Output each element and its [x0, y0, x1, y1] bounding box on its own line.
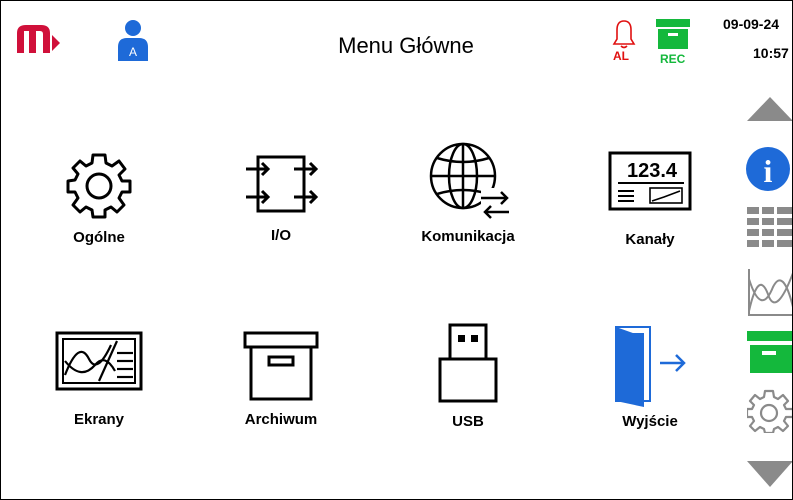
archive-box-icon: [243, 331, 319, 401]
table-icon[interactable]: [747, 207, 793, 247]
menu-item-archive[interactable]: Archiwum: [206, 331, 356, 428]
menu-item-label: Ogólne: [73, 229, 125, 246]
io-icon: [246, 155, 319, 213]
time-display: 10:57: [753, 45, 789, 61]
user-badge-letter: A: [129, 45, 137, 59]
exit-door-icon: [615, 326, 686, 407]
menu-item-exit[interactable]: Wyjście: [575, 323, 725, 430]
bell-icon: [612, 20, 636, 49]
menu-item-label: USB: [452, 413, 484, 430]
menu-item-label: Archiwum: [244, 411, 318, 428]
menu-item-communication[interactable]: Komunikacja: [393, 136, 543, 245]
alarm-label: AL: [613, 49, 629, 63]
arrow-down-icon[interactable]: [747, 459, 793, 489]
chart-screen-icon: [55, 331, 143, 391]
trend-icon[interactable]: [747, 267, 793, 317]
panel-value-text: 123.4: [627, 160, 678, 182]
arrow-up-icon[interactable]: [747, 95, 793, 123]
user-icon[interactable]: A: [115, 19, 151, 61]
display-123-icon: 123.4: [608, 151, 692, 211]
menu-item-general[interactable]: Ogólne: [24, 149, 174, 246]
menu-item-io[interactable]: I/O: [206, 149, 356, 244]
menu-item-label: I/O: [270, 227, 291, 244]
menu-item-usb[interactable]: USB: [393, 323, 543, 430]
info-icon[interactable]: i: [743, 146, 793, 192]
settings-icon[interactable]: [747, 389, 793, 433]
archive-icon[interactable]: [747, 331, 793, 373]
gear-icon: [66, 153, 132, 219]
info-glyph: i: [764, 153, 773, 189]
recording-indicator[interactable]: REC: [656, 19, 690, 66]
menu-item-channels[interactable]: 123.4 Kanały: [575, 151, 725, 248]
brand-logo-icon: [17, 25, 60, 53]
menu-item-label: Wyjście: [622, 413, 678, 430]
rec-label: REC: [660, 52, 686, 66]
globe-arrows-icon: [429, 142, 511, 219]
menu-item-screens[interactable]: Ekrany: [24, 331, 174, 428]
archive-icon: [656, 19, 690, 49]
usb-icon: [438, 323, 498, 403]
main-menu-screen: A Menu Główne AL REC 09-09-24 10:57 Ogól…: [0, 0, 793, 500]
menu-item-label: Ekrany: [73, 411, 125, 428]
menu-item-label: Komunikacja: [421, 228, 515, 245]
date-display: 09-09-24: [723, 16, 780, 32]
page-title: Menu Główne: [338, 33, 474, 58]
menu-item-label: Kanały: [625, 231, 675, 248]
alarm-indicator[interactable]: AL: [612, 19, 636, 63]
